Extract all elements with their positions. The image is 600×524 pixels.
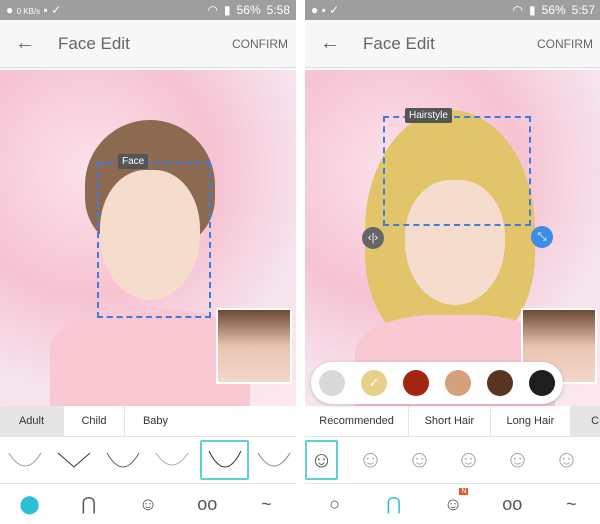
phone-screen-hairstyle: ● ▪ ✓ ◠ ▮ 56% 5:57 ← Face Edit CONFIRM Hair… <box>305 0 600 524</box>
face-shape-option[interactable] <box>98 440 147 480</box>
status-bar: ● 0 KB/s ▪ ✓ ◠ ▮ 56% 5:58 <box>0 0 296 20</box>
hairstyle-option[interactable]: ☺ <box>493 440 542 480</box>
hairstyle-icon[interactable]: ⋂ <box>364 494 423 515</box>
color-swatch-selected[interactable]: ✓ <box>361 370 387 396</box>
head-icon[interactable]: ☺ <box>118 494 177 515</box>
lips-icon[interactable]: ~ <box>237 494 296 515</box>
hairstyle-option-selected[interactable]: ☺ <box>305 440 338 480</box>
face-shape-list <box>0 437 296 484</box>
edit-label: Face <box>118 154 149 169</box>
tab-recommended[interactable]: Recommended <box>305 406 410 436</box>
resize-handle-icon[interactable]: ⤡ <box>531 226 553 248</box>
page-title: Face Edit <box>58 33 130 53</box>
signal-icon: ▮ <box>529 3 536 17</box>
hairstyle-canvas[interactable]: Hairstyle ‹|› ⤡ <box>305 70 600 406</box>
face-shape-option[interactable] <box>0 440 49 480</box>
face-shape-option[interactable] <box>147 440 196 480</box>
face-canvas[interactable]: Face <box>0 70 296 406</box>
lips-icon[interactable]: ~ <box>542 494 600 515</box>
tab-adult[interactable]: Adult <box>0 406 64 436</box>
face-shape-option[interactable] <box>49 440 98 480</box>
status-left: ● ▪ ✓ <box>311 3 340 17</box>
stretch-handle-icon[interactable]: ‹|› <box>362 227 384 249</box>
color-swatch[interactable] <box>319 370 345 396</box>
tab-cut-off[interactable]: C <box>571 406 600 436</box>
hair-color-picker: ✓ <box>311 362 563 404</box>
page-title: Face Edit <box>363 33 435 53</box>
color-swatch[interactable] <box>487 370 513 396</box>
phone-screen-face: ● 0 KB/s ▪ ✓ ◠ ▮ 56% 5:58 ← Face Edit CONFI… <box>0 0 296 524</box>
head-icon[interactable]: ☺ N <box>423 488 482 515</box>
hairstyle-edit-box[interactable] <box>383 116 531 226</box>
wifi-icon: ◠ <box>512 3 523 17</box>
tab-child[interactable]: Child <box>64 406 125 436</box>
check-icon: ✓ <box>368 375 380 390</box>
tab-short-hair[interactable]: Short Hair <box>409 406 491 436</box>
new-badge: N <box>459 488 469 495</box>
hairstyle-option[interactable]: ☺ <box>346 440 395 480</box>
face-shape-icon[interactable]: ⬤ <box>0 494 59 515</box>
original-photo-thumbnail[interactable] <box>216 308 292 384</box>
face-shape-option[interactable] <box>249 440 296 480</box>
status-left: ● 0 KB/s ▪ ✓ <box>6 3 62 17</box>
face-shape-icon[interactable]: ○ <box>305 494 364 515</box>
app-header: ← Face Edit CONFIRM <box>305 20 600 68</box>
color-swatch[interactable] <box>445 370 471 396</box>
back-arrow-icon[interactable]: ← <box>0 32 50 55</box>
net-speed: 0 KB/s <box>16 7 41 16</box>
age-tabs: Adult Child Baby <box>0 406 296 437</box>
hair-tabs: Recommended Short Hair Long Hair C <box>305 406 600 437</box>
confirm-button[interactable]: CONFIRM <box>232 37 296 51</box>
confirm-button[interactable]: CONFIRM <box>537 37 600 51</box>
back-arrow-icon[interactable]: ← <box>305 32 355 55</box>
app-header: ← Face Edit CONFIRM <box>0 20 296 68</box>
face-edit-box[interactable] <box>97 162 211 318</box>
bottom-nav: ⬤ ⋂ ☺ oo ~ <box>0 485 296 524</box>
edit-label: Hairstyle <box>405 108 452 123</box>
hairstyle-list: ☺ ☺ ☺ ☺ ☺ ☺ <box>305 437 600 484</box>
status-bar: ● ▪ ✓ ◠ ▮ 56% 5:57 <box>305 0 600 20</box>
hairstyle-option[interactable]: ☺ <box>395 440 444 480</box>
clock: 5:57 <box>571 3 595 17</box>
clock: 5:58 <box>266 3 290 17</box>
wifi-icon: ◠ <box>207 3 218 17</box>
glasses-icon[interactable]: oo <box>483 494 542 515</box>
hairstyle-icon[interactable]: ⋂ <box>59 494 118 515</box>
color-swatch[interactable] <box>403 370 429 396</box>
hairstyle-option[interactable]: ☺ <box>444 440 493 480</box>
tab-baby[interactable]: Baby <box>125 406 186 436</box>
battery-level: 56% <box>236 3 261 17</box>
tab-long-hair[interactable]: Long Hair <box>491 406 572 436</box>
glasses-icon[interactable]: oo <box>178 494 237 515</box>
signal-icon: ▮ <box>224 3 231 17</box>
hairstyle-option[interactable]: ☺ <box>542 440 591 480</box>
battery-level: 56% <box>541 3 566 17</box>
face-shape-option-selected[interactable] <box>200 440 249 480</box>
bottom-nav: ○ ⋂ ☺ N oo ~ <box>305 485 600 524</box>
color-swatch[interactable] <box>529 370 555 396</box>
